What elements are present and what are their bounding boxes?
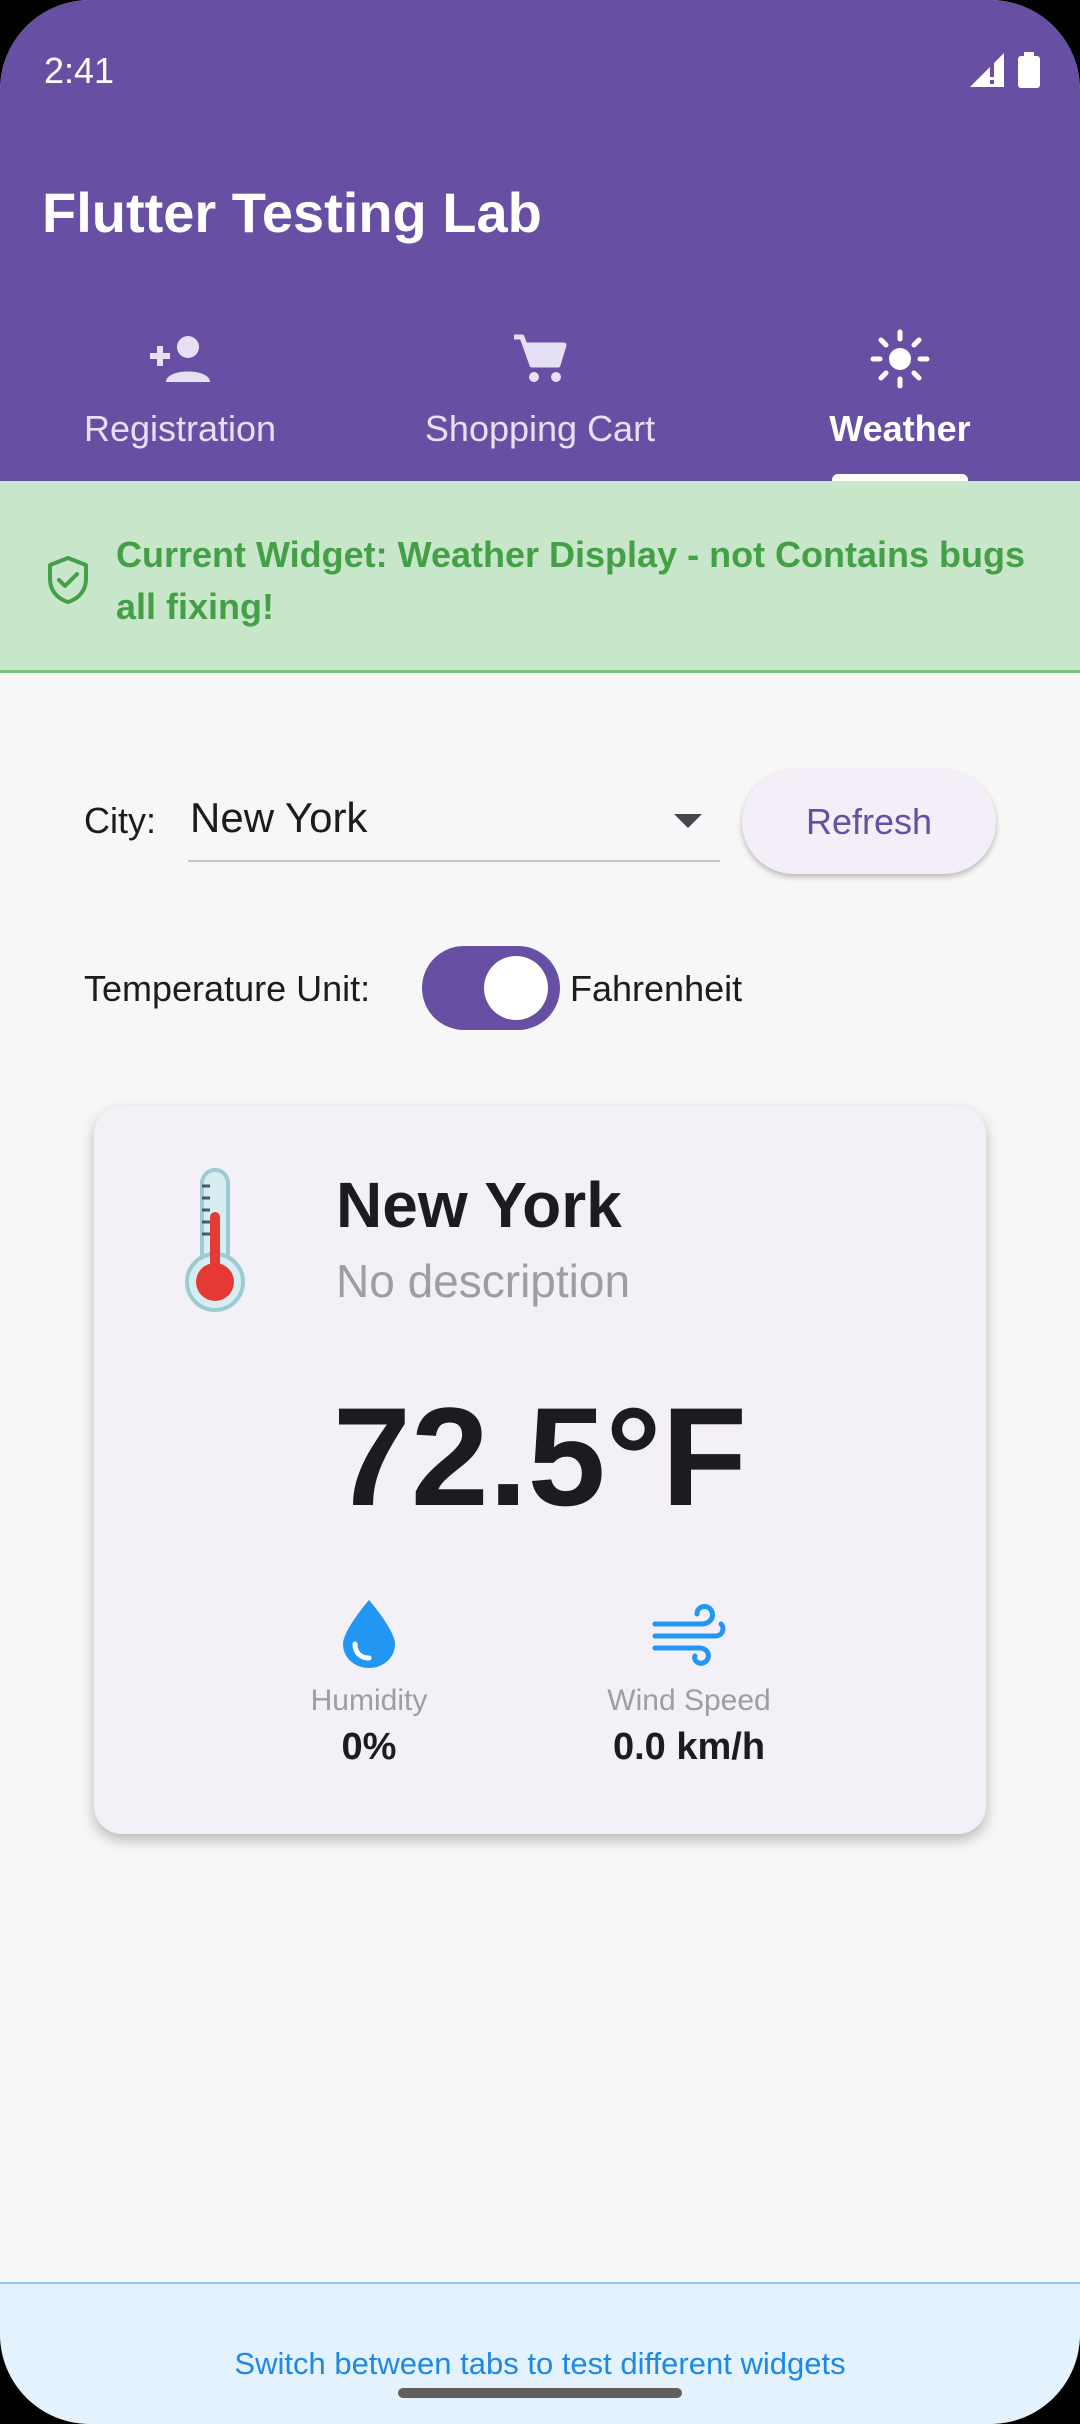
- city-label: City:: [84, 800, 156, 841]
- refresh-button[interactable]: Refresh: [742, 770, 996, 874]
- app-screen: 2:41 Flutter Testing Lab Registration Sh…: [0, 0, 1080, 2424]
- app-title: Flutter Testing Lab: [42, 181, 542, 244]
- shopping-cart-icon: [514, 334, 567, 382]
- switch-thumb: [484, 956, 548, 1020]
- wind-speed-stat: Wind Speed 0.0 km/h: [579, 1596, 799, 1769]
- humidity-stat: Humidity 0%: [259, 1596, 479, 1769]
- wind-icon: [652, 1604, 726, 1666]
- humidity-value: 0%: [341, 1726, 397, 1768]
- city-dropdown-value: New York: [190, 794, 368, 841]
- temperature-unit-value: Fahrenheit: [570, 968, 743, 1009]
- battery-icon: [1018, 52, 1040, 88]
- banner-text: Current Widget: Weather Display - not Co…: [116, 534, 1026, 627]
- thermometer-icon: [185, 1168, 245, 1312]
- tab-label-shopping-cart: Shopping Cart: [424, 408, 656, 449]
- signal-icon: [970, 53, 1004, 87]
- humidity-label: Humidity: [310, 1684, 428, 1717]
- tab-label-weather: Weather: [829, 408, 971, 449]
- status-banner: Current Widget: Weather Display - not Co…: [0, 481, 1080, 673]
- app-bar: 2:41 Flutter Testing Lab Registration Sh…: [0, 0, 1080, 482]
- temperature-unit-label: Temperature Unit:: [84, 968, 371, 1009]
- shield-check-icon: [48, 556, 88, 604]
- tab-registration[interactable]: Registration: [0, 318, 360, 481]
- tab-bar: Registration Shopping Cart Weather: [0, 318, 1080, 481]
- water-drop-icon: [343, 1600, 395, 1668]
- city-dropdown[interactable]: New York: [188, 776, 720, 862]
- card-description: No description: [336, 1255, 631, 1307]
- home-indicator[interactable]: [398, 2388, 682, 2398]
- tab-weather[interactable]: Weather: [720, 318, 1080, 481]
- temperature-unit-switch[interactable]: [422, 946, 560, 1030]
- dropdown-arrow-icon: [674, 814, 702, 828]
- wind-speed-value: 0.0 km/h: [612, 1726, 766, 1768]
- status-icons: [970, 52, 1040, 88]
- tab-shopping-cart[interactable]: Shopping Cart: [360, 318, 720, 481]
- wind-speed-label: Wind Speed: [607, 1684, 771, 1717]
- sun-icon: [870, 329, 930, 389]
- weather-card: New York No description 72.5°F Humidity …: [94, 1106, 986, 1834]
- status-time: 2:41: [44, 50, 115, 91]
- footer-bar: Switch between tabs to test different wi…: [0, 2282, 1080, 2424]
- tab-label-registration: Registration: [83, 408, 277, 449]
- footer-text: Switch between tabs to test different wi…: [234, 2346, 846, 2381]
- card-city-name: New York: [336, 1169, 622, 1241]
- person-add-icon: [150, 336, 210, 382]
- temperature-value: 72.5°F: [333, 1378, 747, 1535]
